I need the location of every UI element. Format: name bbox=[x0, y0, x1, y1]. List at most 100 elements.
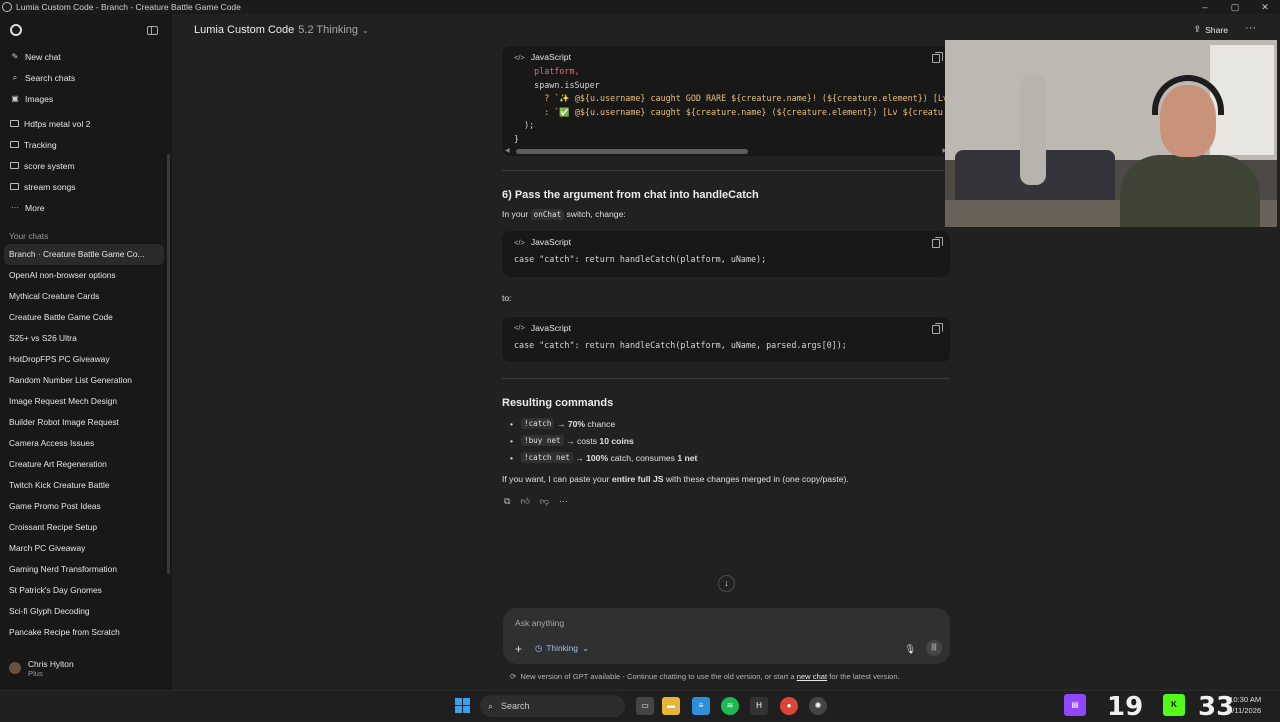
list-item: !buy net → costs 10 coins bbox=[502, 432, 950, 449]
composer: Ask anything + ◷ Thinking ⌄ 🎙︎ ||| bbox=[503, 608, 950, 664]
chat-list-item[interactable]: S25+ vs S26 Ultra bbox=[0, 328, 160, 349]
chat-list-item[interactable]: St Patrick's Day Gnomes bbox=[0, 580, 160, 601]
version-notice: ⟳ New version of GPT available - Continue… bbox=[510, 672, 900, 681]
chat-list-item[interactable]: Croissant Recipe Setup bbox=[0, 517, 160, 538]
code-block: </> JavaScript case "catch": return handl… bbox=[502, 316, 950, 363]
chat-list-item[interactable]: March PC Giveaway bbox=[0, 538, 160, 559]
add-attachment-icon[interactable]: + bbox=[515, 642, 522, 656]
divider bbox=[502, 170, 950, 171]
chat-list-item[interactable]: Random Number List Generation bbox=[0, 370, 160, 391]
code-block: </> JavaScript platform, spawn.isSuper ? … bbox=[502, 46, 950, 156]
rest-text: chance bbox=[585, 418, 616, 429]
new-chat-link[interactable]: new chat bbox=[797, 672, 827, 681]
notepad-icon[interactable]: ≡ bbox=[692, 697, 710, 715]
project-stream-songs[interactable]: stream songs bbox=[0, 176, 172, 197]
project-score-system[interactable]: score system bbox=[0, 155, 172, 176]
chat-list-item[interactable]: Gaming Nerd Transformation bbox=[0, 559, 160, 580]
microphone-icon[interactable]: 🎙︎ bbox=[905, 644, 916, 655]
images-button[interactable]: ▣ Images bbox=[0, 88, 172, 109]
user-profile[interactable]: Chris Hylton Plus bbox=[0, 656, 74, 680]
chat-list-item[interactable]: Branch · Creature Battle Game Co... bbox=[4, 244, 164, 265]
chat-list-item[interactable]: Image Request Mech Design bbox=[0, 391, 160, 412]
search-icon: ⌕ bbox=[488, 700, 494, 711]
thumbs-up-icon[interactable]: 👍︎ bbox=[520, 496, 529, 507]
chat-list-item[interactable]: Camera Access Issues bbox=[0, 433, 160, 454]
copy-icon[interactable] bbox=[932, 237, 943, 248]
chatgpt-logo-icon[interactable] bbox=[10, 24, 22, 36]
hud-icon[interactable]: H bbox=[750, 697, 768, 715]
copy-icon[interactable]: ⧉ bbox=[504, 496, 510, 507]
chat-list-item[interactable]: Creature Battle Game Code bbox=[0, 307, 160, 328]
more-projects-button[interactable]: ··· More bbox=[0, 197, 172, 218]
scrollbar-thumb[interactable] bbox=[516, 149, 748, 154]
project-hdfps-metal[interactable]: Hdfps metal vol 2 bbox=[0, 113, 172, 134]
message-actions: ⧉ 👍︎ 👎︎ ··· bbox=[502, 496, 950, 507]
sidebar-scrollbar[interactable] bbox=[167, 154, 170, 574]
more-icon[interactable]: ··· bbox=[559, 496, 568, 507]
copy-icon[interactable] bbox=[932, 52, 943, 63]
intro-text: switch, change: bbox=[564, 209, 626, 219]
chat-list-item[interactable]: Creature Art Regeneration bbox=[0, 454, 160, 475]
code-line: case "catch": return handleCatch(platfor… bbox=[514, 254, 767, 264]
chevron-down-icon[interactable]: ⌄ bbox=[362, 26, 369, 35]
message-input[interactable]: Ask anything bbox=[515, 618, 564, 628]
to-label: to: bbox=[502, 292, 512, 303]
results-heading: Resulting commands bbox=[502, 397, 614, 409]
arrow-text: → bbox=[572, 452, 587, 463]
thinking-label: Thinking bbox=[546, 643, 578, 653]
maximize-button[interactable]: ▢ bbox=[1220, 0, 1250, 14]
folder-icon bbox=[10, 162, 19, 169]
chat-list-item[interactable]: Mythical Creature Cards bbox=[0, 286, 160, 307]
chat-list-item[interactable]: Game Promo Post Ideas bbox=[0, 496, 160, 517]
taskbar-clock[interactable]: 10:30 AM 3/11/2026 bbox=[1228, 694, 1261, 716]
info-icon: ⟳ bbox=[510, 672, 517, 681]
chat-title[interactable]: Lumia Custom Code bbox=[194, 24, 294, 36]
file-explorer-icon[interactable]: ▬ bbox=[662, 697, 680, 715]
chat-list-item[interactable]: HotDropFPS PC Giveaway bbox=[0, 349, 160, 370]
new-chat-label: New chat bbox=[25, 51, 61, 62]
code-line: case "catch": return handleCatch(platfor… bbox=[514, 339, 847, 350]
task-view-icon[interactable]: ▭ bbox=[636, 697, 654, 715]
twitch-viewer-count: 19 bbox=[1107, 692, 1144, 722]
start-button[interactable] bbox=[455, 698, 470, 713]
taskbar: ⌕ Search ▭ ▬ ≡ ≋ H ● ✺ ▤ 19 K 33 10:30 AM… bbox=[0, 690, 1280, 722]
minimize-button[interactable]: – bbox=[1190, 0, 1220, 14]
chat-list-item[interactable]: Twitch Kick Creature Battle bbox=[0, 475, 160, 496]
taskbar-search[interactable]: ⌕ Search bbox=[480, 695, 625, 717]
chrome-icon[interactable]: ● bbox=[780, 697, 798, 715]
code-content: case "catch": return handleCatch(platfor… bbox=[502, 339, 950, 363]
app-logo-icon bbox=[2, 2, 12, 12]
project-tracking[interactable]: Tracking bbox=[0, 134, 172, 155]
chatgpt-icon[interactable]: ✺ bbox=[809, 697, 827, 715]
scroll-left-icon[interactable]: ◀ bbox=[505, 147, 510, 154]
sidebar-toggle-icon[interactable] bbox=[147, 25, 158, 35]
code-icon: </> bbox=[514, 323, 525, 332]
thinking-mode-button[interactable]: ◷ Thinking ⌄ bbox=[535, 643, 589, 653]
code-block: </> JavaScript case "catch": return handl… bbox=[502, 231, 950, 277]
search-chats-button[interactable]: ⌕ Search chats bbox=[0, 67, 172, 88]
search-chats-label: Search chats bbox=[25, 72, 76, 83]
close-button[interactable]: ✕ bbox=[1250, 0, 1280, 14]
share-button[interactable]: ⇪ Share bbox=[1194, 24, 1228, 35]
chat-list-item[interactable]: OpenAI non-browser options bbox=[0, 265, 160, 286]
copy-icon[interactable] bbox=[932, 322, 943, 334]
chat-list-item[interactable]: Builder Robot Image Request bbox=[0, 412, 160, 433]
code-line: platform, bbox=[514, 66, 580, 76]
chat-list-item[interactable]: Sci-fi Glyph Decoding bbox=[0, 601, 160, 622]
avatar bbox=[9, 662, 21, 674]
chat-list-item[interactable]: Pancake Recipe from Scratch bbox=[0, 622, 160, 643]
voice-mode-button[interactable]: ||| bbox=[926, 640, 942, 656]
more-options-button[interactable]: ··· bbox=[1245, 22, 1256, 34]
code-horizontal-scrollbar[interactable]: ◀ ▶ bbox=[502, 146, 950, 156]
inline-code: !catch bbox=[521, 418, 555, 429]
scroll-down-button[interactable]: ↓ bbox=[718, 575, 735, 592]
model-selector[interactable]: 5.2 Thinking bbox=[298, 24, 358, 36]
new-chat-button[interactable]: ✎ New chat bbox=[0, 46, 172, 67]
share-label: Share bbox=[1205, 24, 1228, 35]
code-content: case "catch": return handleCatch(platfor… bbox=[502, 253, 950, 277]
images-label: Images bbox=[25, 93, 54, 104]
step6-heading: 6) Pass the argument from chat into hand… bbox=[502, 189, 759, 201]
thumbs-down-icon[interactable]: 👎︎ bbox=[540, 496, 549, 507]
spotify-icon[interactable]: ≋ bbox=[721, 697, 739, 715]
code-lang: JavaScript bbox=[530, 52, 571, 62]
